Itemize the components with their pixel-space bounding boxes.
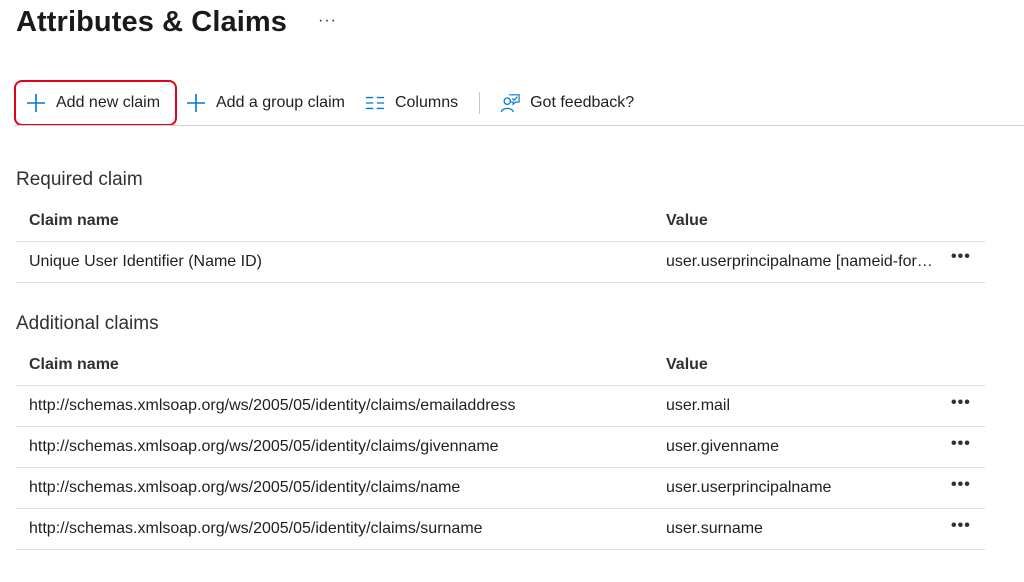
additional-claims-title: Additional claims xyxy=(16,313,159,334)
required-claim-table: Claim name Value Unique User Identifier … xyxy=(16,200,985,283)
columns-icon xyxy=(365,93,385,113)
table-row[interactable]: http://schemas.xmlsoap.org/ws/2005/05/id… xyxy=(16,468,985,509)
row-more-options-icon[interactable]: ••• xyxy=(951,248,971,266)
column-header-claim-name[interactable]: Claim name xyxy=(29,356,119,374)
row-more-options-icon[interactable]: ••• xyxy=(951,476,971,494)
claim-value-cell: user.mail xyxy=(666,397,731,414)
add-group-claim-label: Add a group claim xyxy=(216,94,345,111)
row-more-options-icon[interactable]: ••• xyxy=(951,435,971,453)
table-row[interactable]: http://schemas.xmlsoap.org/ws/2005/05/id… xyxy=(16,509,985,550)
claim-value-cell: user.surname xyxy=(666,520,763,537)
plus-icon xyxy=(186,93,206,113)
column-header-claim-name[interactable]: Claim name xyxy=(29,212,119,230)
more-options-icon[interactable]: ··· xyxy=(318,12,337,30)
columns-label: Columns xyxy=(394,94,459,111)
additional-claims-table: Claim name Value http://schemas.xmlsoap.… xyxy=(16,344,985,550)
claim-value-cell: user.userprincipalname xyxy=(666,479,832,496)
table-row[interactable]: http://schemas.xmlsoap.org/ws/2005/05/id… xyxy=(16,386,985,427)
feedback-label: Got feedback? xyxy=(530,94,635,111)
add-group-claim-button[interactable]: Add a group claim xyxy=(186,80,345,126)
claim-value-cell: user.givenname xyxy=(666,438,779,455)
row-more-options-icon[interactable]: ••• xyxy=(951,517,971,535)
required-claim-title: Required claim xyxy=(16,169,143,190)
plus-icon xyxy=(26,93,46,113)
add-new-claim-label: Add new claim xyxy=(56,94,161,111)
add-new-claim-button[interactable]: Add new claim xyxy=(14,80,177,126)
page-title: Attributes & Claims xyxy=(16,6,287,38)
table-row[interactable]: http://schemas.xmlsoap.org/ws/2005/05/id… xyxy=(16,427,985,468)
column-header-value[interactable]: Value xyxy=(666,212,708,230)
table-header-row: Claim name Value xyxy=(16,200,985,242)
attributes-claims-page: Attributes & Claims ··· Add new claim Ad… xyxy=(0,0,1024,582)
feedback-person-icon xyxy=(500,93,520,113)
claim-value-cell: user.userprincipalname [nameid-format:em… xyxy=(666,253,942,270)
feedback-button[interactable]: Got feedback? xyxy=(500,80,634,126)
claim-name-cell: http://schemas.xmlsoap.org/ws/2005/05/id… xyxy=(29,520,483,537)
table-header-row: Claim name Value xyxy=(16,344,985,386)
command-bar-divider xyxy=(14,125,1024,126)
claim-name-cell: Unique User Identifier (Name ID) xyxy=(29,253,262,270)
page-header: Attributes & Claims ··· xyxy=(16,6,337,39)
claim-name-cell: http://schemas.xmlsoap.org/ws/2005/05/id… xyxy=(29,438,499,455)
column-header-value[interactable]: Value xyxy=(666,356,708,374)
command-bar: Add new claim Add a group claim Columns xyxy=(14,79,1024,127)
claim-name-cell: http://schemas.xmlsoap.org/ws/2005/05/id… xyxy=(29,479,461,496)
toolbar-divider xyxy=(479,92,481,114)
row-more-options-icon[interactable]: ••• xyxy=(951,394,971,412)
claim-name-cell: http://schemas.xmlsoap.org/ws/2005/05/id… xyxy=(29,397,516,414)
columns-button[interactable]: Columns xyxy=(365,80,458,126)
table-row[interactable]: Unique User Identifier (Name ID) user.us… xyxy=(16,242,985,283)
